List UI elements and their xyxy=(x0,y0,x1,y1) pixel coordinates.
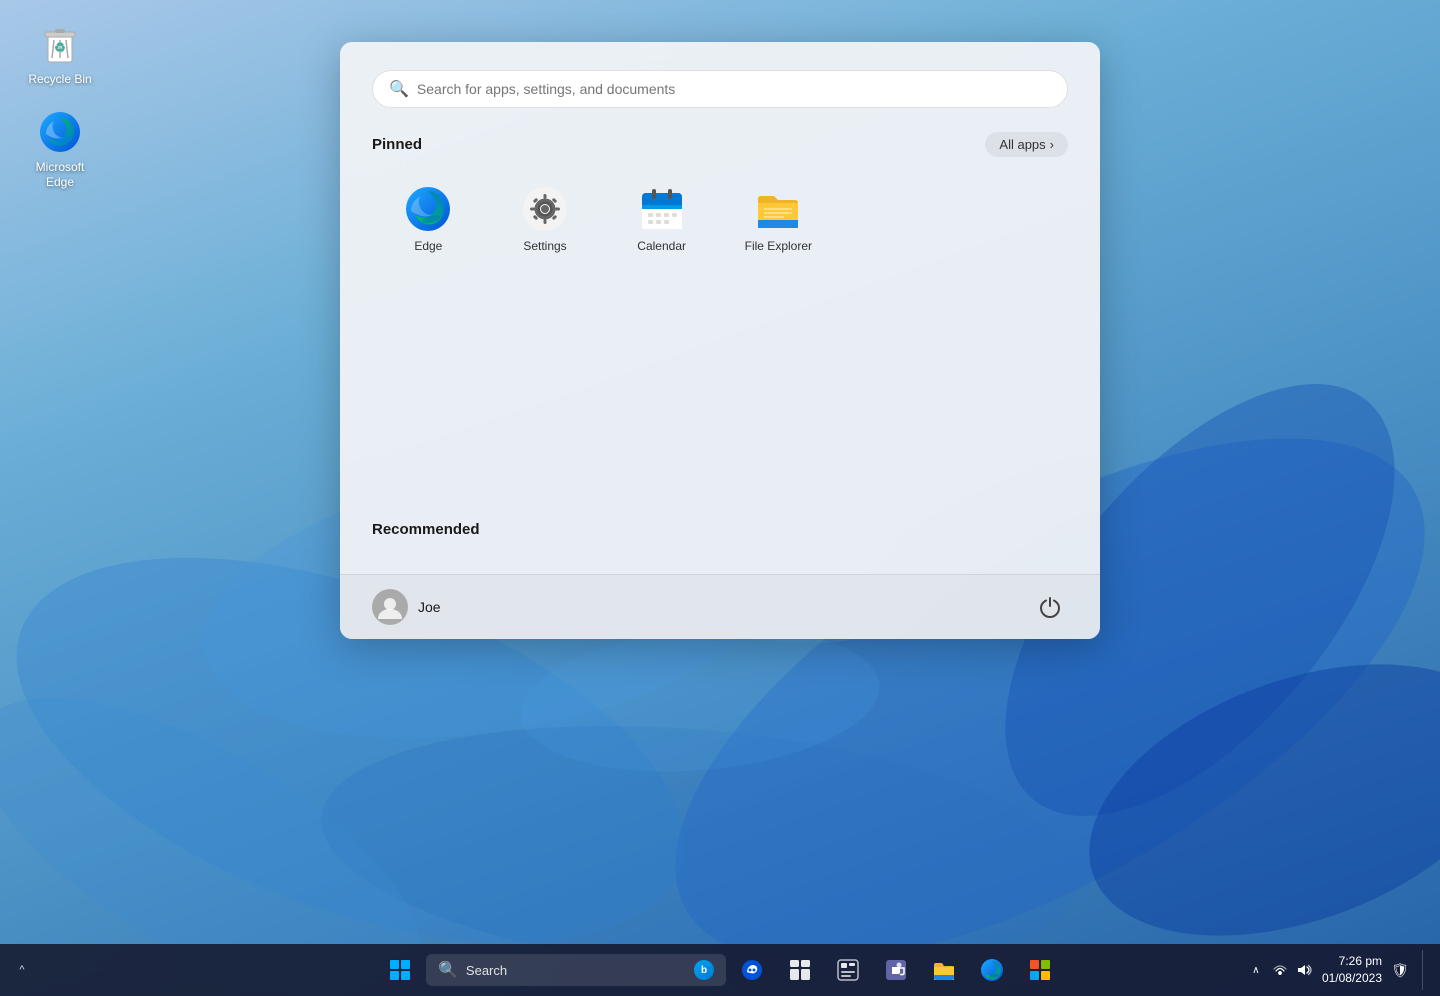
microsoft-edge-desktop-image xyxy=(36,108,84,156)
taskbar-left: ^ xyxy=(12,960,32,980)
taskbar-search-text: Search xyxy=(466,963,507,978)
clock-date: 01/08/2023 xyxy=(1322,970,1382,987)
user-info[interactable]: Joe xyxy=(372,589,441,625)
edge-app-label: Edge xyxy=(414,239,442,253)
settings-app-label: Settings xyxy=(523,239,566,253)
taskbar-store[interactable] xyxy=(1018,948,1062,992)
start-menu: 🔍 Pinned All apps › xyxy=(340,42,1100,639)
all-apps-arrow: › xyxy=(1050,137,1054,152)
clock-area[interactable]: 7:26 pm 01/08/2023 xyxy=(1322,953,1382,987)
system-tray-expand[interactable]: ^ xyxy=(12,960,32,980)
recommended-title: Recommended xyxy=(372,521,480,538)
taskbar-search-icon: 🔍 xyxy=(438,960,458,980)
all-apps-button[interactable]: All apps › xyxy=(985,132,1068,157)
taskbar-copilot[interactable] xyxy=(730,948,774,992)
all-apps-label: All apps xyxy=(999,137,1045,152)
taskbar-widgets[interactable] xyxy=(826,948,870,992)
calendar-app-icon xyxy=(638,185,686,233)
tray-expand-icon[interactable]: ∧ xyxy=(1246,960,1266,980)
pinned-app-edge[interactable]: Edge xyxy=(372,173,485,513)
taskbar: ^ 🔍 Search b xyxy=(0,944,1440,996)
taskbar-search[interactable]: 🔍 Search b xyxy=(426,954,726,986)
recommended-section: Recommended xyxy=(372,521,1068,538)
start-button[interactable] xyxy=(378,948,422,992)
taskbar-center: 🔍 Search b xyxy=(378,948,1062,992)
start-menu-search-input[interactable] xyxy=(417,81,1051,97)
pinned-app-settings[interactable]: Settings xyxy=(489,173,602,513)
pinned-app-calendar[interactable]: Calendar xyxy=(605,173,718,513)
show-desktop-button[interactable] xyxy=(1422,950,1428,990)
power-button[interactable] xyxy=(1032,589,1068,625)
start-menu-search-bar[interactable]: 🔍 xyxy=(372,70,1068,108)
desktop-icons-area: ♻ Recycle Bin xyxy=(20,20,100,191)
recycle-bin-image: ♻ xyxy=(36,20,84,68)
file-explorer-app-label: File Explorer xyxy=(745,239,812,253)
clock-time: 7:26 pm xyxy=(1322,953,1382,970)
pinned-section-header: Pinned All apps › xyxy=(372,132,1068,157)
svg-text:♻: ♻ xyxy=(54,40,66,55)
tray-network-icon[interactable] xyxy=(1270,960,1290,980)
user-name: Joe xyxy=(418,599,441,615)
settings-app-icon xyxy=(521,185,569,233)
tray-security-icon[interactable]: 🛡 xyxy=(1390,960,1410,980)
pinned-apps-grid: Edge xyxy=(372,173,1068,513)
microsoft-edge-desktop-label: MicrosoftEdge xyxy=(36,160,85,191)
start-menu-footer: Joe xyxy=(340,574,1100,639)
pinned-app-file-explorer[interactable]: File Explorer xyxy=(722,173,835,513)
taskbar-right: ∧ 7:26 pm 01/08/2023 xyxy=(1246,950,1428,990)
user-avatar xyxy=(372,589,408,625)
taskbar-task-view[interactable] xyxy=(778,948,822,992)
system-tray: ∧ xyxy=(1246,960,1314,980)
calendar-app-label: Calendar xyxy=(637,239,686,253)
taskbar-edge[interactable] xyxy=(970,948,1014,992)
microsoft-edge-desktop-icon[interactable]: MicrosoftEdge xyxy=(20,108,100,191)
taskbar-file-explorer[interactable] xyxy=(922,948,966,992)
file-explorer-app-icon xyxy=(754,185,802,233)
edge-svg xyxy=(38,110,82,154)
taskbar-teams[interactable] xyxy=(874,948,918,992)
recommended-section-header: Recommended xyxy=(372,521,1068,538)
recycle-bin-icon[interactable]: ♻ Recycle Bin xyxy=(20,20,100,88)
bing-icon: b xyxy=(694,960,714,980)
recycle-bin-svg: ♻ xyxy=(38,22,82,66)
search-bar-icon: 🔍 xyxy=(389,79,409,99)
start-menu-main: 🔍 Pinned All apps › xyxy=(340,42,1100,574)
pinned-title: Pinned xyxy=(372,136,422,153)
edge-app-icon xyxy=(404,185,452,233)
tray-volume-icon[interactable] xyxy=(1294,960,1314,980)
recycle-bin-label: Recycle Bin xyxy=(28,72,91,88)
